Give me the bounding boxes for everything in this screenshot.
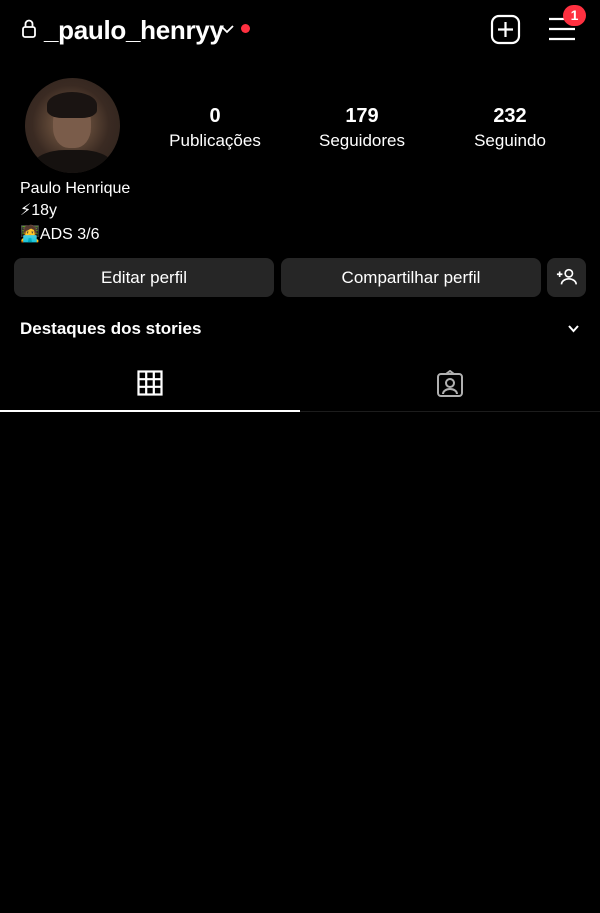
chevron-down-icon[interactable]: [219, 21, 235, 37]
tab-divider: [300, 411, 600, 412]
stat-posts-value: 0: [209, 105, 221, 127]
avatar[interactable]: [25, 78, 120, 173]
story-highlights-title[interactable]: Destaques dos stories: [20, 318, 201, 340]
active-tab-indicator: [0, 410, 300, 412]
bio-name: Paulo Henrique: [20, 180, 131, 197]
add-person-icon: [556, 268, 577, 285]
stat-posts-label: Publicações: [169, 131, 261, 150]
stat-followers-value: 179: [345, 105, 379, 127]
notification-dot: [241, 24, 250, 33]
stat-following[interactable]: 232 Seguindo: [445, 104, 575, 152]
grid-icon[interactable]: [137, 370, 163, 396]
stat-followers-label: Seguidores: [318, 131, 405, 150]
create-post-icon[interactable]: [490, 14, 521, 45]
bio-line-course: 🧑‍💻ADS 3/6: [20, 226, 100, 243]
edit-profile-button[interactable]: Editar perfil: [14, 258, 274, 297]
notification-badge: 1: [563, 5, 586, 26]
share-profile-button[interactable]: Compartilhar perfil: [281, 258, 541, 297]
stat-following-value: 232: [493, 105, 527, 127]
bio-line-age: ⚡18y: [20, 202, 58, 219]
stat-following-label: Seguindo: [474, 131, 546, 150]
profile-username[interactable]: _paulo_henryy: [44, 13, 224, 47]
discover-people-button[interactable]: [547, 258, 586, 297]
lock-icon: [22, 19, 36, 38]
tagged-icon[interactable]: [436, 370, 464, 398]
stat-posts[interactable]: 0 Publicações: [150, 104, 280, 152]
chevron-down-icon[interactable]: [567, 322, 580, 335]
stat-followers[interactable]: 179 Seguidores: [297, 104, 427, 152]
